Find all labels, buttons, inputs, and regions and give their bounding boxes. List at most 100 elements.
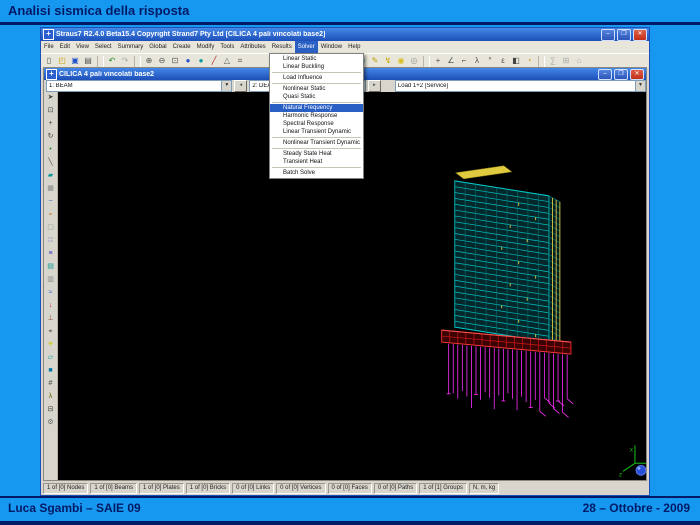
solver-menu-item-nonlinear-transient-dynamic[interactable]: Nonlinear Transient Dynamic xyxy=(270,139,363,147)
options-icon[interactable]: ⚙ xyxy=(45,417,57,429)
light-on-icon[interactable]: ◉ xyxy=(395,55,407,67)
solver-menu-item-harmonic-response[interactable]: Harmonic Response xyxy=(270,112,363,120)
app-title: Straus7 R2.4.0 Beta15.4 Copyright Strand… xyxy=(56,31,599,38)
solver-menu-item-linear-buckling[interactable]: Linear Buckling xyxy=(270,63,363,71)
lambda-icon[interactable]: λ xyxy=(471,55,483,67)
solver-menu-item-quasi-static[interactable]: Quasi Static xyxy=(270,93,363,101)
menu-window[interactable]: Window xyxy=(318,41,345,53)
restraints-icon[interactable]: ⊥ xyxy=(45,313,57,325)
link-select-icon[interactable]: ~ xyxy=(45,196,57,208)
combination-case-combo[interactable]: Load 1+2 [Service] ▼ xyxy=(395,80,646,92)
show-beams-icon[interactable]: ≡ xyxy=(45,248,57,260)
menu-results[interactable]: Results xyxy=(269,41,295,53)
bolt-icon[interactable]: ↯ xyxy=(382,55,394,67)
chevron-down-icon[interactable]: ▼ xyxy=(221,81,231,91)
show-bricks-icon[interactable]: ▥ xyxy=(45,274,57,286)
show-links-icon[interactable]: ≈ xyxy=(45,287,57,299)
wireframe-sphere-icon[interactable]: ● xyxy=(195,55,207,67)
axes-icon[interactable]: ⌖ xyxy=(45,326,57,338)
axis-triad: xyz xyxy=(619,445,646,478)
angle-icon[interactable]: ∠ xyxy=(445,55,457,67)
solver-menu-item-nonlinear-static[interactable]: Nonlinear Static xyxy=(270,85,363,93)
light-icon[interactable]: ☀ xyxy=(45,339,57,351)
menu-edit[interactable]: Edit xyxy=(57,41,73,53)
vertex-icon[interactable]: ∘ xyxy=(45,209,57,221)
draw-line-icon[interactable]: ╱ xyxy=(208,55,220,67)
edit-pencil-icon[interactable]: ✎ xyxy=(369,55,381,67)
crosshair-icon[interactable]: + xyxy=(432,55,444,67)
minimize-button[interactable]: – xyxy=(601,29,615,41)
solver-menu-item-steady-state-heat[interactable]: Steady State Heat xyxy=(270,150,363,158)
menu-view[interactable]: View xyxy=(73,41,92,53)
menu-tools[interactable]: Tools xyxy=(217,41,237,53)
open-file-icon[interactable]: ◰ xyxy=(56,55,68,67)
rotate-icon[interactable]: ↻ xyxy=(45,131,57,143)
show-plates-icon[interactable]: ▤ xyxy=(45,261,57,273)
property-icon[interactable]: λ xyxy=(45,391,57,403)
home-icon[interactable]: ⌂ xyxy=(573,55,585,67)
solver-menu-item-linear-transient-dynamic[interactable]: Linear Transient Dynamic xyxy=(270,128,363,136)
wireframe-icon[interactable]: ▱ xyxy=(45,352,57,364)
model-close-button[interactable]: ✕ xyxy=(630,69,644,80)
brick-select-icon[interactable]: ▦ xyxy=(45,183,57,195)
model-minimize-button[interactable]: – xyxy=(598,69,612,80)
undo-icon[interactable]: ↶ xyxy=(106,55,118,67)
print-icon[interactable]: ▤ xyxy=(82,55,94,67)
menu-help[interactable]: Help xyxy=(345,41,363,53)
status-bar: 1 of [0] Nodes1 of [0] Beams1 of [0] Pla… xyxy=(41,482,649,495)
groups-icon[interactable]: ⊟ xyxy=(45,404,57,416)
solver-menu-item-batch-solve[interactable]: Batch Solve xyxy=(270,169,363,177)
solver-menu-item-transient-heat[interactable]: Transient Heat xyxy=(270,158,363,166)
menu-solver[interactable]: Solver xyxy=(295,41,318,53)
save-icon[interactable]: ▣ xyxy=(69,55,81,67)
solver-menu-item-spectral-response[interactable]: Spectral Response xyxy=(270,120,363,128)
plate-select-icon[interactable]: ▰ xyxy=(45,170,57,182)
pan-icon[interactable]: + xyxy=(45,118,57,130)
close-button[interactable]: ✕ xyxy=(633,29,647,41)
show-nodes-icon[interactable]: ∷ xyxy=(45,235,57,247)
loads-icon[interactable]: ↓ xyxy=(45,300,57,312)
tower-model xyxy=(455,166,560,348)
zoom-box-icon[interactable]: ⊡ xyxy=(45,105,57,117)
solver-menu-item-natural-frequency[interactable]: Natural Frequency xyxy=(270,104,363,112)
maximize-button[interactable]: ❐ xyxy=(617,29,631,41)
draw-poly-icon[interactable]: △ xyxy=(221,55,233,67)
menu-summary[interactable]: Summary xyxy=(115,41,147,53)
select-pointer-icon[interactable]: ➤ xyxy=(45,92,57,104)
menu-select[interactable]: Select xyxy=(92,41,115,53)
face-icon[interactable]: ▢ xyxy=(45,222,57,234)
menu-global[interactable]: Global xyxy=(146,41,169,53)
degree-icon[interactable]: ° xyxy=(484,55,496,67)
strain-icon[interactable]: ε xyxy=(497,55,509,67)
app-titlebar[interactable]: + Straus7 R2.4.0 Beta15.4 Copyright Stra… xyxy=(41,28,649,41)
zoom-out-icon[interactable]: ⊖ xyxy=(156,55,168,67)
corner-icon[interactable]: ⌐ xyxy=(458,55,470,67)
solver-menu-item-load-influence[interactable]: Load Influence xyxy=(270,74,363,82)
menu-attributes[interactable]: Attributes xyxy=(237,41,268,53)
menu-file[interactable]: File xyxy=(41,41,57,53)
grid-icon[interactable]: ⌗ xyxy=(234,55,246,67)
new-file-icon[interactable]: ▯ xyxy=(43,55,55,67)
shade-sphere-icon[interactable]: ● xyxy=(182,55,194,67)
numbers-icon[interactable]: # xyxy=(45,378,57,390)
pie-icon[interactable]: ◔ xyxy=(523,55,535,67)
property-case-combo[interactable]: 1: BEAM ▼ xyxy=(46,80,232,92)
zoom-in-icon[interactable]: ⊕ xyxy=(143,55,155,67)
zoom-extents-icon[interactable]: ⊡ xyxy=(169,55,181,67)
chevron-down-icon[interactable]: ▼ xyxy=(635,81,645,91)
case-step-button[interactable]: ◂ xyxy=(234,80,247,92)
redo-icon[interactable]: ↷ xyxy=(119,55,131,67)
model-maximize-button[interactable]: ❐ xyxy=(614,69,628,80)
beam-select-icon[interactable]: ╲ xyxy=(45,157,57,169)
menu-create[interactable]: Create xyxy=(170,41,194,53)
menu-modify[interactable]: Modify xyxy=(194,41,218,53)
contour-icon[interactable]: ◧ xyxy=(510,55,522,67)
case-step-button-2[interactable]: ▸ xyxy=(368,80,381,92)
solver-menu-item-linear-static[interactable]: Linear Static xyxy=(270,55,363,63)
node-select-icon[interactable]: • xyxy=(45,144,57,156)
model-window-icon: + xyxy=(46,69,57,80)
table-icon[interactable]: ⊞ xyxy=(560,55,572,67)
light-off-icon[interactable]: ◎ xyxy=(408,55,420,67)
solid-icon[interactable]: ■ xyxy=(45,365,57,377)
sum-icon[interactable]: ∑ xyxy=(547,55,559,67)
